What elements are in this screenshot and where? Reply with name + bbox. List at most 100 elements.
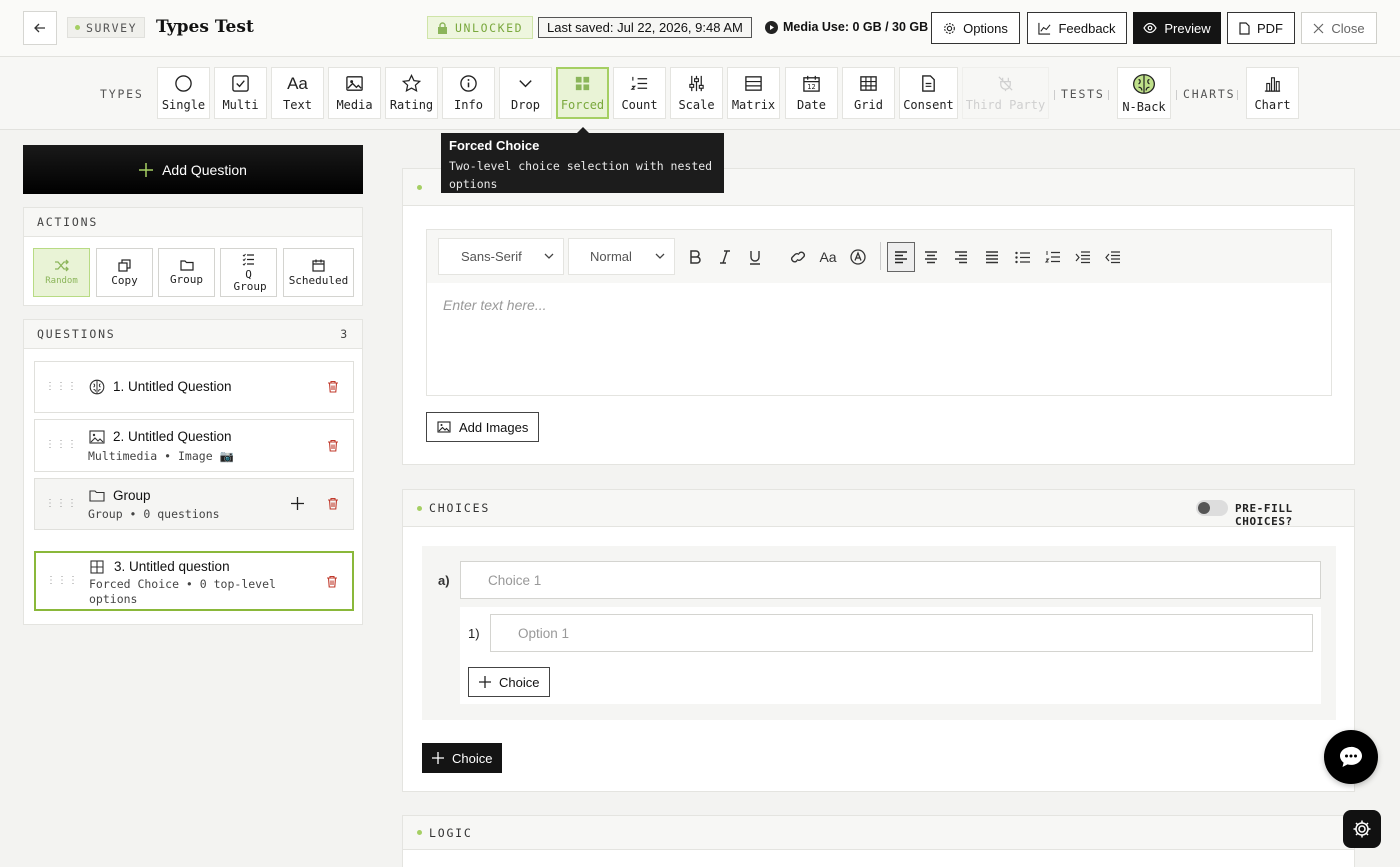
preview-button[interactable]: Preview [1133,12,1221,44]
type-label: Forced [560,98,605,112]
document-icon [922,75,935,92]
chart-button[interactable]: Chart [1246,67,1299,119]
type-consent-button[interactable]: Consent [899,67,958,119]
trash-icon[interactable] [327,439,339,452]
align-left-button[interactable] [887,242,915,272]
test-nback-button[interactable]: N-Back [1117,67,1171,119]
actions-panel: ACTIONS Random Copy Group Q Group Schedu… [23,207,363,306]
questions-label: QUESTIONS [37,327,116,341]
add-choice-button[interactable]: Choice [422,743,503,773]
question-item[interactable]: ⋮⋮⋮ 2. Untitled Question Multimedia • Im… [34,419,354,472]
back-button[interactable] [23,11,57,45]
numbered-list-icon [1044,251,1060,263]
bullet-list-button[interactable] [1008,242,1036,272]
preview-label: Preview [1164,20,1211,36]
trash-icon[interactable] [326,575,338,588]
font-family-value: Sans-Serif [461,249,522,264]
checkbox-icon [232,75,249,92]
type-drop-button[interactable]: Drop [499,67,552,119]
link-button[interactable] [784,242,812,272]
table-icon [745,76,762,91]
type-text-button[interactable]: Aa Text [271,67,324,119]
trash-icon[interactable] [327,380,339,393]
type-label: Grid [854,98,883,112]
trash-icon[interactable] [327,497,339,510]
lock-status-badge[interactable]: UNLOCKED [427,16,534,39]
font-size-select[interactable]: Normal [568,238,675,275]
pdf-button[interactable]: PDF [1227,12,1295,44]
last-saved: Last saved: Jul 22, 2026, 9:48 AM [538,17,752,38]
divider [880,242,881,270]
type-rating-button[interactable]: Rating [385,67,438,119]
close-button[interactable]: Close [1301,12,1377,44]
plus-icon[interactable] [291,497,304,510]
type-count-button[interactable]: Count [613,67,666,119]
q-group-button[interactable]: Q Group [220,248,277,297]
text-color-icon [850,249,866,265]
editor-content[interactable]: Enter text here... [427,283,1331,327]
align-justify-button[interactable] [978,242,1006,272]
type-media-button[interactable]: Media [328,67,381,119]
type-date-button[interactable]: 12 Date [785,67,838,119]
type-label: Media [336,98,373,112]
numbered-list-button[interactable] [1038,242,1066,272]
type-label: Rating [389,98,434,112]
feedback-button[interactable]: Feedback [1027,12,1127,44]
add-images-button[interactable]: Add Images [426,412,540,442]
type-info-button[interactable]: Info [442,67,495,119]
settings-button[interactable] [1343,810,1381,848]
star-icon [402,74,421,92]
chat-button[interactable] [1324,730,1378,784]
type-scale-button[interactable]: Scale [670,67,723,119]
question-item-selected[interactable]: ⋮⋮⋮ 3. Untitled question Forced Choice •… [34,551,354,611]
text-size-button[interactable]: Aa [814,242,842,272]
actions-header: ACTIONS [24,208,362,237]
drag-handle-icon[interactable]: ⋮⋮⋮ [45,381,78,392]
question-item[interactable]: ⋮⋮⋮ 1. Untitled Question [34,361,354,413]
folder-icon [89,490,105,502]
chevron-down-icon [519,80,532,88]
chat-bubble-icon [1340,746,1362,767]
outdent-button[interactable] [1098,242,1126,272]
underline-button[interactable] [741,242,769,272]
bold-button[interactable] [681,242,709,272]
type-single-button[interactable]: Single [157,67,210,119]
scheduled-button[interactable]: Scheduled [283,248,354,297]
type-multi-button[interactable]: Multi [214,67,267,119]
drag-handle-icon[interactable]: ⋮⋮⋮ [46,575,79,586]
align-right-button[interactable] [947,242,975,272]
indent-button[interactable] [1068,242,1096,272]
options-button[interactable]: Options [931,12,1020,44]
type-matrix-button[interactable]: Matrix [727,67,780,119]
type-grid-button[interactable]: Grid [842,67,895,119]
action-label: Copy [111,273,138,287]
gear-icon [1353,820,1371,838]
prefill-toggle[interactable] [1196,500,1228,516]
choices-label: CHOICES [429,501,491,515]
media-use: Media Use: 0 GB / 30 GB [765,20,928,34]
add-question-button[interactable]: Add Question [23,145,363,194]
choice-input[interactable]: Choice 1 [460,561,1321,599]
drag-handle-icon[interactable]: ⋮⋮⋮ [45,439,78,450]
font-family-select[interactable]: Sans-Serif [438,238,564,275]
play-circle-icon [765,20,778,34]
random-button[interactable]: Random [33,248,90,297]
underline-icon [750,250,760,265]
group-item[interactable]: ⋮⋮⋮ Group Group • 0 questions [34,478,354,530]
tooltip-description: Two-level choice selection with nested o… [449,159,713,191]
logic-header[interactable]: LOGIC [403,816,1354,850]
calendar-icon: 12 [803,75,820,92]
italic-button[interactable] [711,242,739,272]
text-color-button[interactable] [844,242,872,272]
type-label: Consent [903,98,954,112]
group-button[interactable]: Group [158,248,215,297]
type-label: Date [797,98,826,112]
type-forced-button[interactable]: Forced [556,67,609,119]
add-nested-choice-button[interactable]: Choice [468,667,551,697]
copy-button[interactable]: Copy [96,248,153,297]
copy-icon [118,258,131,272]
align-center-button[interactable] [917,242,945,272]
option-input[interactable]: Option 1 [490,614,1313,652]
logic-label: LOGIC [429,825,473,840]
drag-handle-icon[interactable]: ⋮⋮⋮ [45,498,78,509]
